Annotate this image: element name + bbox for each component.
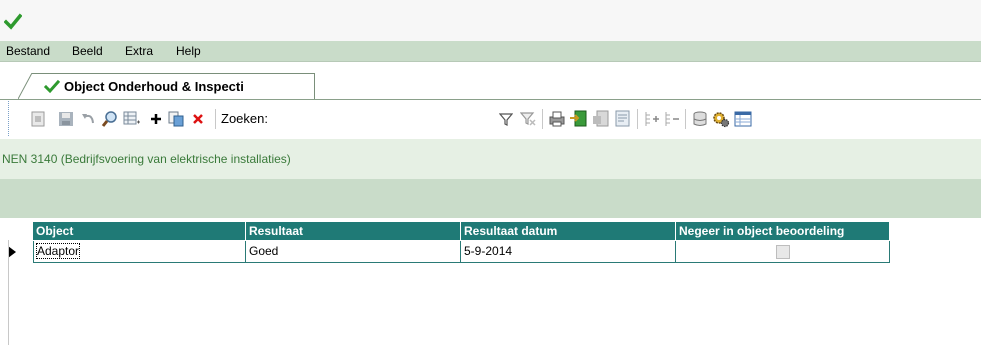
menu-beeld[interactable]: Beeld [72,44,103,58]
grid-export-icon[interactable] [123,110,141,128]
column-header-negeer[interactable]: Negeer in object beoordeling [676,222,890,240]
current-row-indicator [8,246,16,258]
window-titlebar [0,0,981,41]
export-icon[interactable] [592,110,610,128]
green-check-icon [44,79,60,94]
column-header-object[interactable]: Object [33,222,246,240]
section-title: NEN 3140 (Bedrijfsvoering van elektrisch… [2,152,291,166]
collapse-icon[interactable] [663,110,681,128]
import-icon[interactable] [569,110,587,128]
toolbar: Zoeken: [8,101,981,136]
report-icon[interactable] [614,110,632,128]
column-header-resultaat-datum[interactable]: Resultaat datum [461,222,676,240]
toolbar-separator [637,109,638,129]
toolbar-separator [215,109,216,129]
database-icon[interactable] [691,110,709,128]
table-row-cell-resultaat[interactable]: Goed [246,241,461,263]
grid-left-border [8,240,9,345]
table-row-cell-negeer[interactable] [676,241,890,263]
filter-icon[interactable] [497,110,515,128]
table-icon[interactable] [734,110,752,128]
tab-label: Object Onderhoud & Inspecti [64,79,244,94]
grid-group-band [0,179,981,218]
search-icon[interactable] [101,110,119,128]
menu-bestand[interactable]: Bestand [6,44,50,58]
undo-icon[interactable] [79,110,97,128]
cell-datum-value: 5-9-2014 [464,244,513,258]
green-check-logo-icon [4,13,22,30]
menu-bar: Bestand Beeld Extra Help [0,41,981,62]
add-icon[interactable] [147,110,165,128]
save-icon[interactable] [57,110,75,128]
column-header-resultaat[interactable]: Resultaat [246,222,461,240]
print-icon[interactable] [548,110,566,128]
toolbar-separator [542,109,543,129]
settings-gear-icon[interactable] [712,110,730,128]
menu-extra[interactable]: Extra [125,44,153,58]
search-input[interactable] [287,109,439,130]
copy-icon[interactable] [167,110,185,128]
cell-object-value: Adaptor [35,243,81,259]
negeer-checkbox[interactable] [776,245,790,259]
menu-help[interactable]: Help [176,44,201,58]
cell-resultaat-value: Goed [249,244,279,258]
tab-object-onderhoud[interactable]: Object Onderhoud & Inspecti [18,73,315,99]
toolbar-separator [685,109,686,129]
tab-strip: Object Onderhoud & Inspecti [0,62,981,100]
clear-filter-icon[interactable] [519,110,537,128]
table-row-cell-object[interactable]: Adaptor [33,241,246,263]
delete-icon[interactable] [189,110,207,128]
tab-edge [18,73,32,99]
search-label: Zoeken: [221,111,268,126]
expand-icon[interactable] [643,110,661,128]
table-row-cell-datum[interactable]: 5-9-2014 [461,241,676,263]
new-record-icon[interactable] [29,110,47,128]
section-header: NEN 3140 (Bedrijfsvoering van elektrisch… [0,139,981,179]
